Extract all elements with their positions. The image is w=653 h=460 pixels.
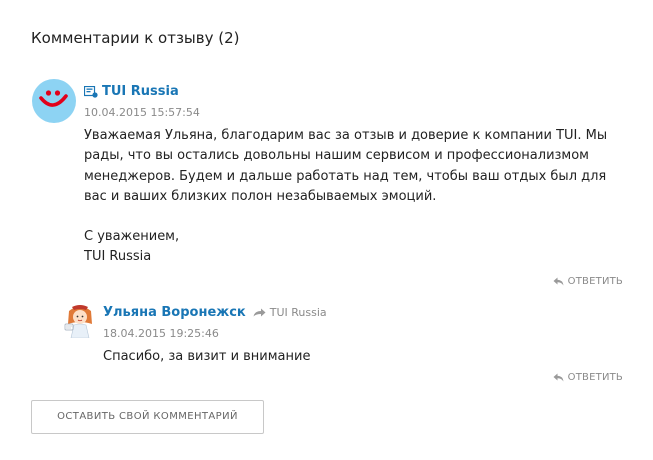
- reply-author-line: Ульяна Воронежск TUI Russia: [103, 305, 327, 320]
- reply-to-arrow-icon: [253, 308, 266, 317]
- comment-author-name[interactable]: Ульяна Воронежск: [103, 305, 246, 320]
- reply-to-name[interactable]: TUI Russia: [270, 306, 327, 319]
- reply-label: ОТВЕТИТЬ: [567, 372, 623, 383]
- company-badge-icon: [84, 85, 98, 98]
- comments-title: Комментарии к отзыву (2): [31, 29, 240, 47]
- user-avatar[interactable]: [62, 302, 98, 339]
- comment-date: 18.04.2015 19:25:46: [103, 327, 219, 340]
- comment-author-name[interactable]: TUI Russia: [102, 84, 179, 99]
- girl-avatar-icon: [64, 305, 92, 339]
- reply-label: ОТВЕТИТЬ: [567, 276, 623, 287]
- reply-arrow-icon: [553, 373, 564, 382]
- comment-text: Уважаемая Ульяна, благодарим вас за отзы…: [84, 126, 629, 268]
- comment-paragraph: Уважаемая Ульяна, благодарим вас за отзы…: [84, 128, 608, 204]
- tui-avatar[interactable]: [32, 79, 76, 123]
- reply-button[interactable]: ОТВЕТИТЬ: [553, 372, 623, 383]
- leave-comment-button[interactable]: ОСТАВИТЬ СВОЙ КОММЕНТАРИЙ: [31, 400, 264, 434]
- tui-logo-icon: [39, 90, 68, 107]
- comment-author-line: TUI Russia: [84, 84, 179, 99]
- comment-text: Спасибо, за визит и внимание: [103, 349, 311, 364]
- reply-arrow-icon: [553, 277, 564, 286]
- comment-paragraph: С уважением,: [84, 229, 180, 245]
- comment-date: 10.04.2015 15:57:54: [84, 106, 200, 119]
- comment-paragraph: TUI Russia: [84, 249, 152, 265]
- reply-button[interactable]: ОТВЕТИТЬ: [553, 276, 623, 287]
